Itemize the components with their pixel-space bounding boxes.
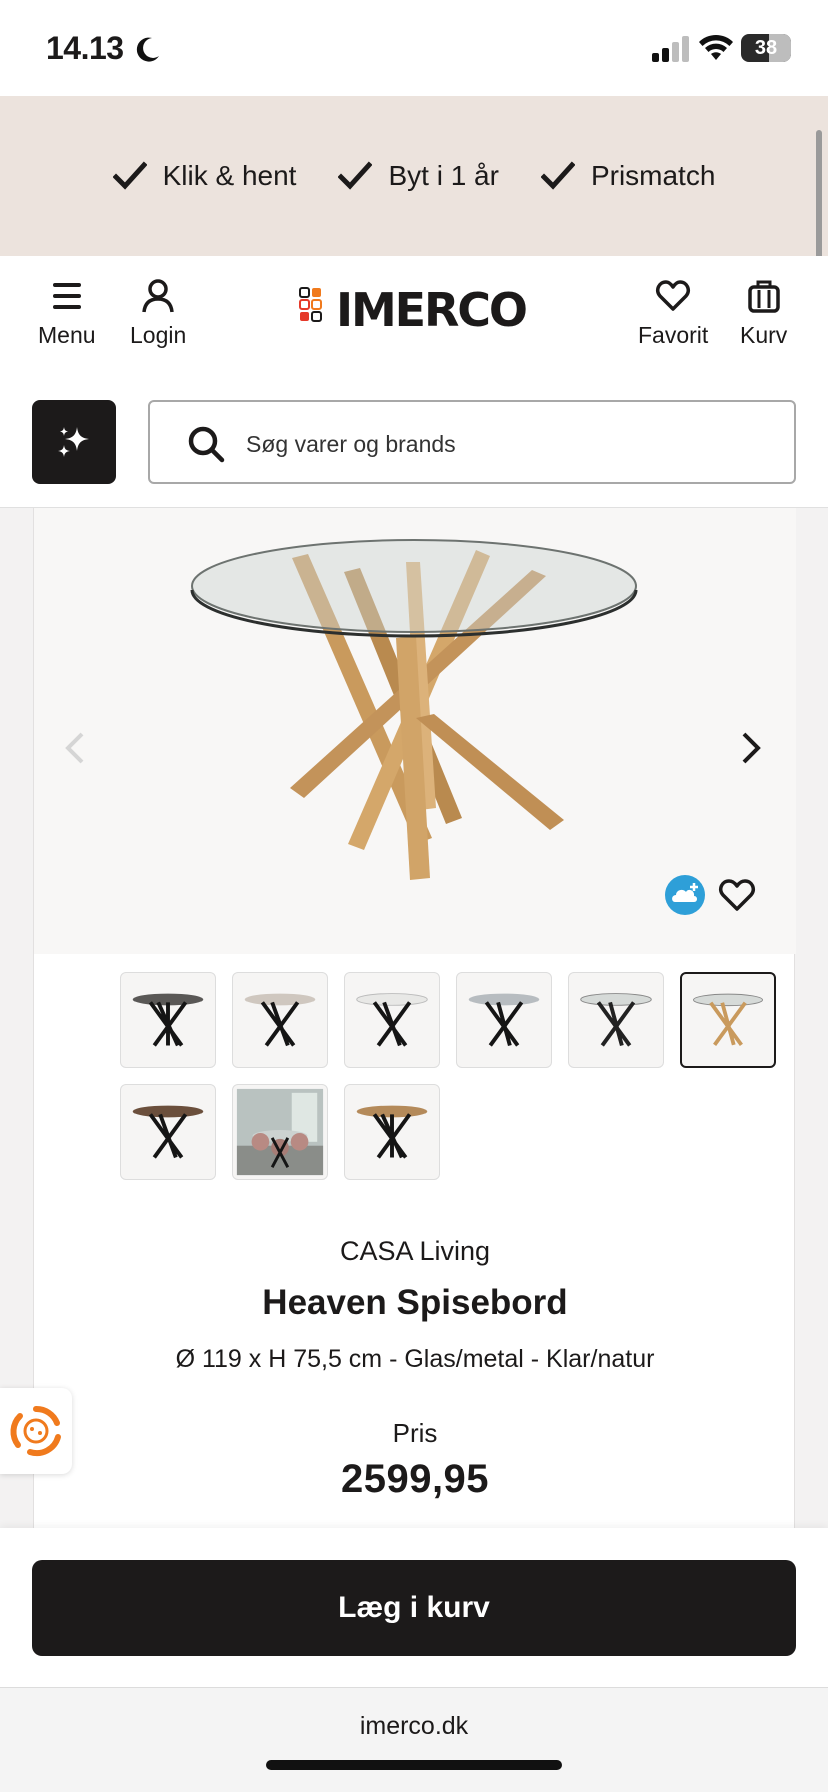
imerco-logo[interactable]: IMERCO (298, 284, 530, 334)
sticky-cart-bar: Læg i kurv (0, 1528, 828, 1688)
product-price: 2599,95 (340, 1457, 490, 1501)
hamburger-icon (52, 283, 81, 309)
status-time: 14.13 (46, 30, 124, 66)
thumbnail-1[interactable] (120, 972, 216, 1068)
search-input[interactable] (246, 424, 766, 464)
thumbnail-image (244, 993, 316, 1047)
product-page-content: CASA Living Heaven Spisebord Ø 119 x H 7… (0, 508, 828, 1528)
product-image (190, 539, 638, 880)
search-icon (188, 426, 225, 463)
loyalty-widget[interactable] (0, 1388, 72, 1474)
usp-label: Prismatch (590, 160, 716, 191)
thumbnail-image (580, 993, 652, 1047)
sparkle-icon (58, 427, 89, 457)
favorites-label: Favorit (638, 322, 709, 348)
product-brand[interactable]: CASA Living (34, 1236, 796, 1267)
browser-address-bar[interactable]: imerco.dk (0, 1688, 828, 1792)
thumbnail-3[interactable] (344, 972, 440, 1068)
ai-assistant-button[interactable] (32, 400, 116, 484)
user-icon (142, 279, 174, 313)
usp-item-pricematch: Prismatch (540, 160, 716, 192)
thumbnail-6-selected[interactable] (680, 972, 776, 1068)
thumbnail-8-room[interactable] (232, 1084, 328, 1180)
check-icon (338, 161, 373, 190)
cart-label: Kurv (740, 322, 788, 348)
login-label: Login (130, 322, 187, 348)
add-to-cart-button[interactable]: Læg i kurv (32, 1560, 796, 1656)
logo-mark-icon (299, 287, 322, 322)
favorites-button[interactable]: Favorit (638, 278, 708, 349)
logo-text: IMERCO (336, 284, 528, 334)
gallery-prev-arrow[interactable] (60, 730, 90, 766)
thumbnail-image (356, 1105, 428, 1159)
search-row (0, 376, 828, 508)
thumbnail-image (693, 993, 763, 1047)
thumbnail-7[interactable] (120, 1084, 216, 1180)
site-header: Menu Login IMERCO Favorit Kurv (0, 256, 828, 376)
cloud-plus-icon[interactable] (664, 874, 706, 916)
loyalty-badge-icon (10, 1406, 61, 1457)
thumbnail-room-image (236, 1088, 324, 1176)
usp-label: Klik & hent (162, 160, 297, 191)
moon-icon (136, 37, 159, 62)
battery-icon: 38 (741, 34, 791, 62)
product-card: CASA Living Heaven Spisebord Ø 119 x H 7… (33, 508, 796, 1528)
browser-url[interactable]: imerco.dk (0, 1712, 828, 1741)
usp-label: Byt i 1 år (388, 160, 499, 191)
signal-icon (652, 36, 689, 62)
add-to-favorites-heart-icon[interactable] (718, 878, 756, 912)
search-box[interactable] (148, 400, 796, 484)
product-description: Ø 119 x H 75,5 cm - Glas/metal - Klar/na… (175, 1345, 655, 1373)
thumbnail-image (132, 993, 204, 1047)
menu-button[interactable]: Menu (38, 278, 96, 349)
cart-button[interactable]: Kurv (740, 278, 787, 349)
login-button[interactable]: Login (130, 278, 186, 349)
check-icon (112, 161, 147, 190)
usp-item-click-collect: Klik & hent (112, 160, 297, 192)
thumbnail-2[interactable] (232, 972, 328, 1068)
basket-icon (747, 280, 780, 313)
battery-level-text: 38 (754, 37, 778, 59)
product-info: CASA Living Heaven Spisebord Ø 119 x H 7… (34, 1236, 796, 1502)
home-indicator[interactable] (266, 1760, 562, 1770)
thumbnail-image (132, 1105, 204, 1159)
usp-item-exchange: Byt i 1 år (338, 160, 499, 192)
product-image-gallery[interactable] (34, 508, 796, 954)
price-label: Pris (392, 1418, 438, 1448)
thumbnail-9[interactable] (344, 1084, 440, 1180)
usp-bar: Klik & hent Byt i 1 år Prismatch (0, 96, 828, 256)
wifi-icon (699, 34, 733, 60)
menu-label: Menu (38, 322, 96, 348)
gallery-next-arrow[interactable] (736, 730, 766, 766)
heart-icon (656, 280, 691, 311)
thumbnail-5[interactable] (568, 972, 664, 1068)
status-bar: 14.13 38 (0, 0, 828, 96)
check-icon (540, 161, 575, 190)
product-title: Heaven Spisebord (262, 1283, 568, 1322)
thumbnail-4[interactable] (456, 972, 552, 1068)
thumbnail-image (356, 993, 428, 1047)
thumbnail-image (468, 993, 540, 1047)
